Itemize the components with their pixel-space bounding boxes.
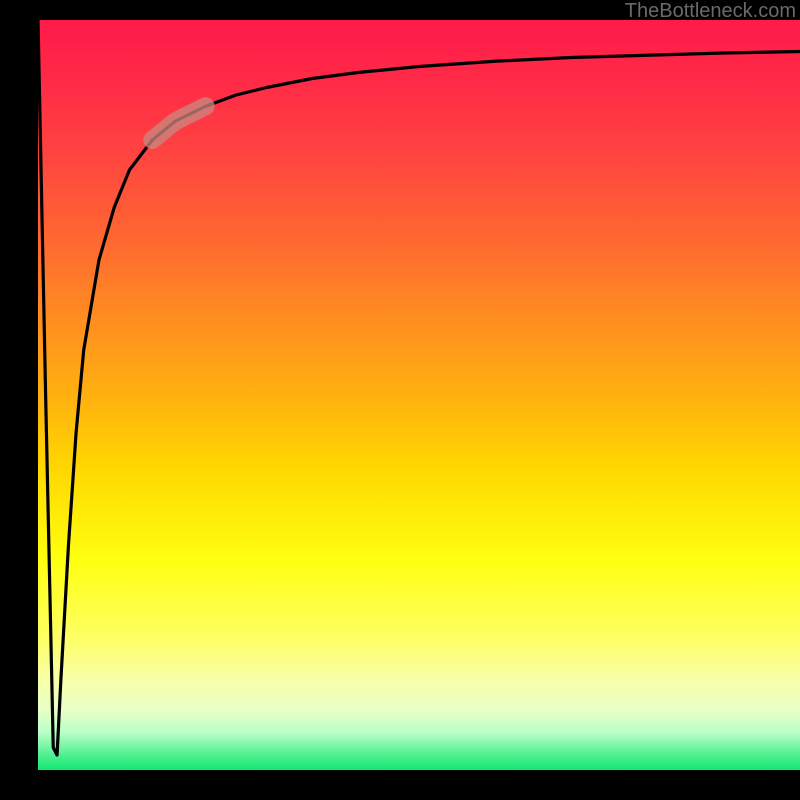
plot-area xyxy=(38,20,800,770)
chart-frame: TheBottleneck.com xyxy=(0,0,800,800)
attribution-text: TheBottleneck.com xyxy=(625,0,796,23)
